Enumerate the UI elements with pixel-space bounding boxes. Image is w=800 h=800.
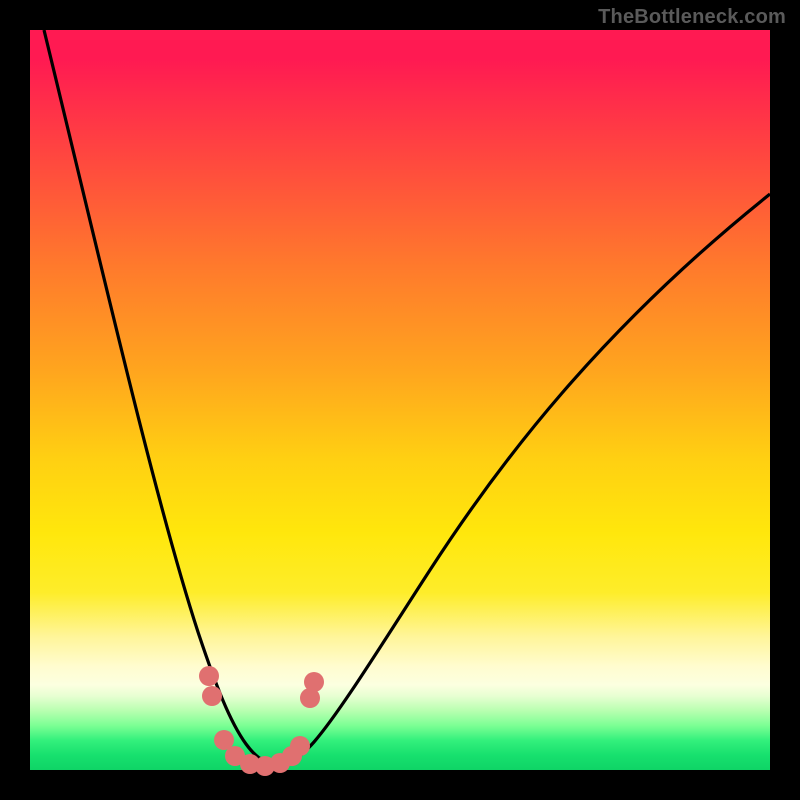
curve-marker — [202, 686, 222, 706]
bottleneck-curve-svg — [30, 30, 770, 770]
curve-markers — [199, 666, 324, 776]
plot-area — [30, 30, 770, 770]
chart-frame: TheBottleneck.com — [0, 0, 800, 800]
bottleneck-curve — [44, 30, 770, 764]
curve-marker — [290, 736, 310, 756]
curve-marker — [199, 666, 219, 686]
watermark-text: TheBottleneck.com — [598, 6, 786, 29]
curve-marker — [304, 672, 324, 692]
